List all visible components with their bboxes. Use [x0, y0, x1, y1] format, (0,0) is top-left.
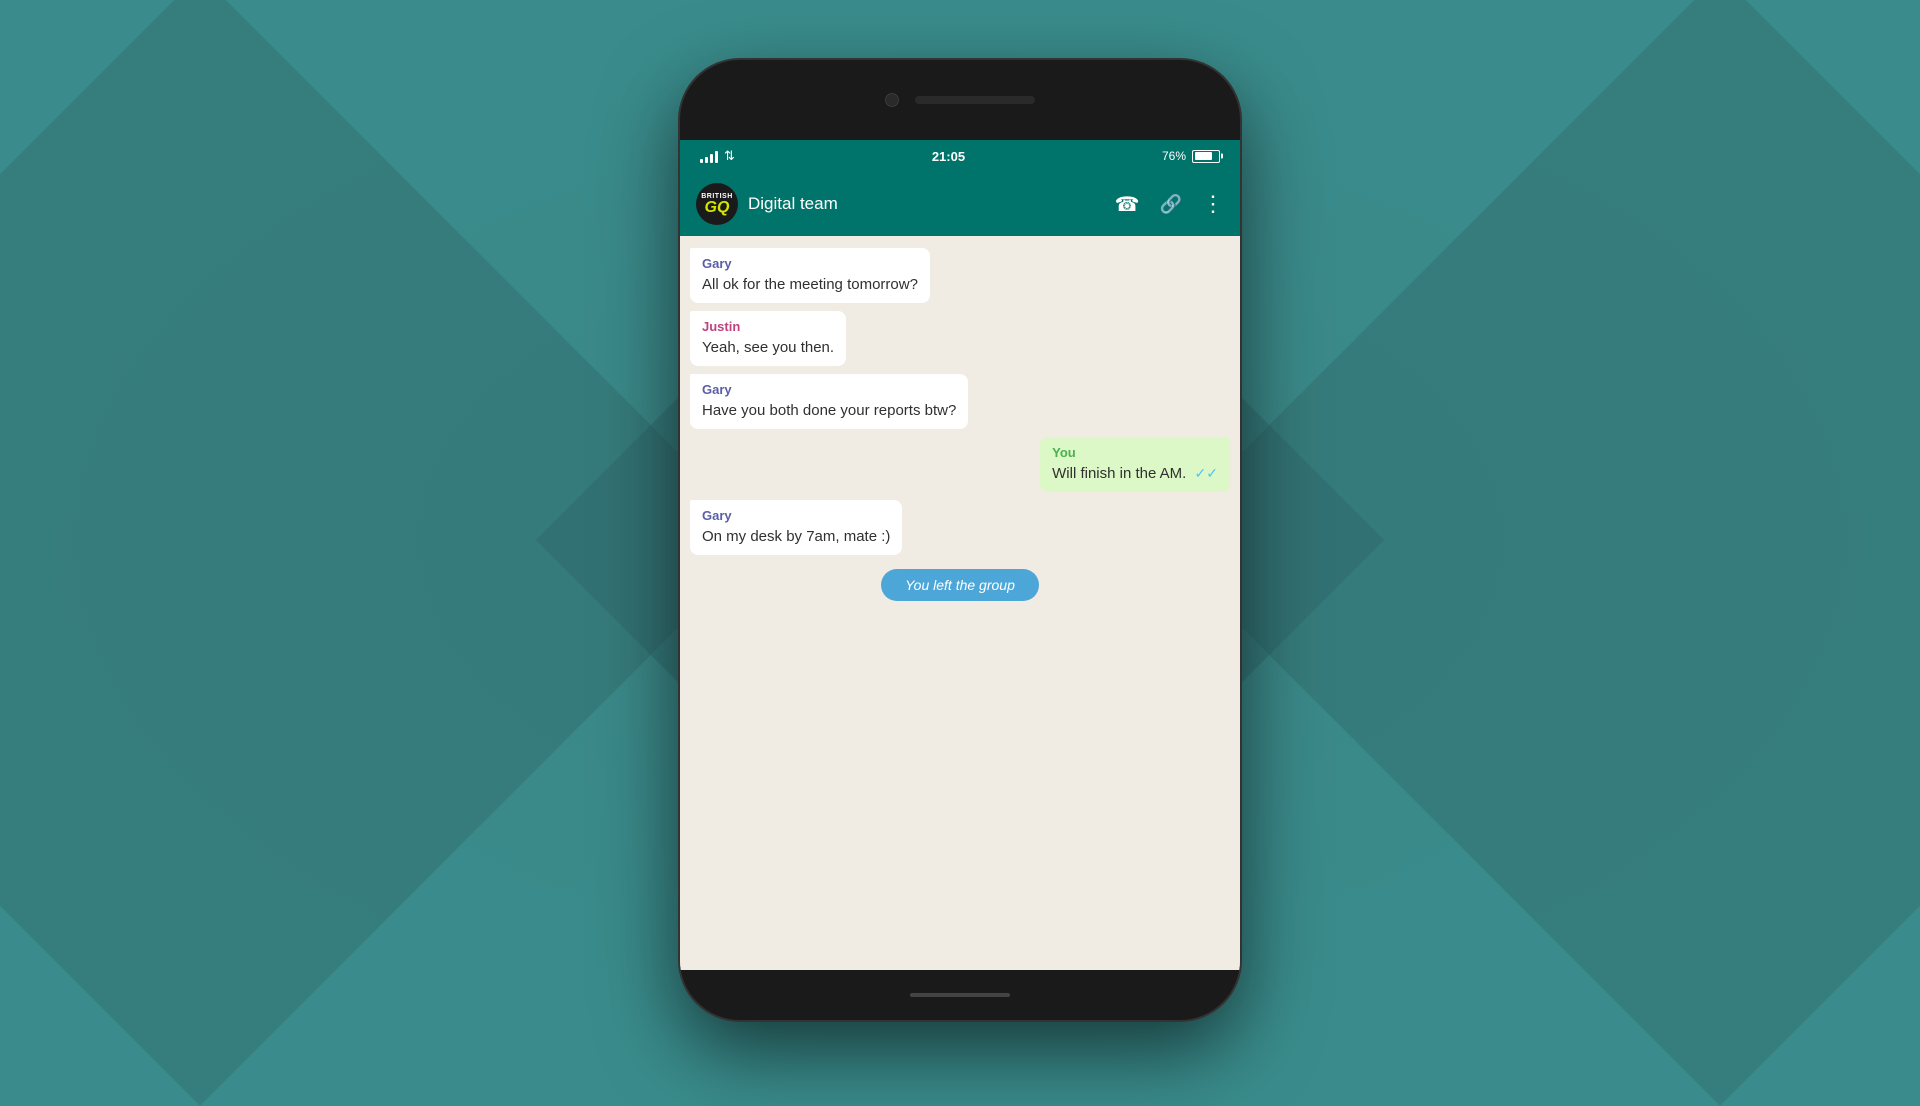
logo-gq-text: GQ: [705, 199, 730, 216]
message-row: You Will finish in the AM. ✓✓: [690, 437, 1230, 492]
sender-name: You: [1052, 445, 1218, 460]
wifi-icon: ⇅: [724, 148, 735, 164]
system-message-bubble: You left the group: [881, 569, 1039, 601]
sender-name: Gary: [702, 256, 918, 271]
phone-camera: [885, 93, 899, 107]
status-right: 76%: [1162, 149, 1220, 163]
more-options-icon[interactable]: ⋮: [1202, 191, 1224, 217]
signal-bar-4: [715, 151, 718, 163]
gq-logo: BRITISH GQ: [701, 193, 733, 216]
signal-bar-2: [705, 157, 708, 163]
system-message-container: You left the group: [690, 569, 1230, 601]
message-bubble: Gary On my desk by 7am, mate :): [690, 500, 902, 555]
phone: ⇅ 21:05 76% BRITISH GQ Digital team ☎ �: [680, 60, 1240, 1020]
bubble-text: Will finish in the AM. ✓✓: [1052, 463, 1218, 484]
battery-icon: [1192, 150, 1220, 163]
signal-bar-3: [710, 154, 713, 163]
phone-screen: ⇅ 21:05 76% BRITISH GQ Digital team ☎ �: [680, 140, 1240, 970]
status-left: ⇅: [700, 148, 735, 164]
group-name: Digital team: [748, 194, 1105, 214]
phone-speaker: [915, 96, 1035, 104]
phone-top-bar: [680, 60, 1240, 140]
group-avatar: BRITISH GQ: [696, 183, 738, 225]
signal-bar-1: [700, 159, 703, 163]
message-bubble: Justin Yeah, see you then.: [690, 311, 846, 366]
message-bubble: You Will finish in the AM. ✓✓: [1040, 437, 1230, 492]
bubble-text: All ok for the meeting tomorrow?: [702, 274, 918, 295]
message-bubble: Gary Have you both done your reports btw…: [690, 374, 968, 429]
message-row: Justin Yeah, see you then.: [690, 311, 1230, 366]
message-row: Gary All ok for the meeting tomorrow?: [690, 248, 1230, 303]
signal-bars: [700, 149, 718, 163]
message-bubble: Gary All ok for the meeting tomorrow?: [690, 248, 930, 303]
sender-name: Justin: [702, 319, 834, 334]
bubble-text: Have you both done your reports btw?: [702, 400, 956, 421]
message-row: Gary On my desk by 7am, mate :): [690, 500, 1230, 555]
chat-header: BRITISH GQ Digital team ☎ 🔗 ⋮: [680, 172, 1240, 236]
bubble-text: Yeah, see you then.: [702, 337, 834, 358]
bubble-text: On my desk by 7am, mate :): [702, 526, 890, 547]
sender-name: Gary: [702, 382, 956, 397]
header-icons: ☎ 🔗 ⋮: [1115, 191, 1224, 217]
chat-bottom: [680, 910, 1240, 970]
status-time: 21:05: [932, 149, 965, 164]
phone-bottom-bar: [680, 970, 1240, 1020]
message-row: Gary Have you both done your reports btw…: [690, 374, 1230, 429]
battery-percent: 76%: [1162, 149, 1186, 163]
video-call-icon[interactable]: 🔗: [1160, 194, 1182, 215]
message-ticks: ✓✓: [1195, 465, 1218, 481]
battery-fill: [1195, 152, 1212, 160]
home-indicator: [910, 993, 1010, 997]
phone-call-icon[interactable]: ☎: [1115, 192, 1140, 217]
sender-name: Gary: [702, 508, 890, 523]
chat-area: Gary All ok for the meeting tomorrow? Ju…: [680, 236, 1240, 910]
status-bar: ⇅ 21:05 76%: [680, 140, 1240, 172]
